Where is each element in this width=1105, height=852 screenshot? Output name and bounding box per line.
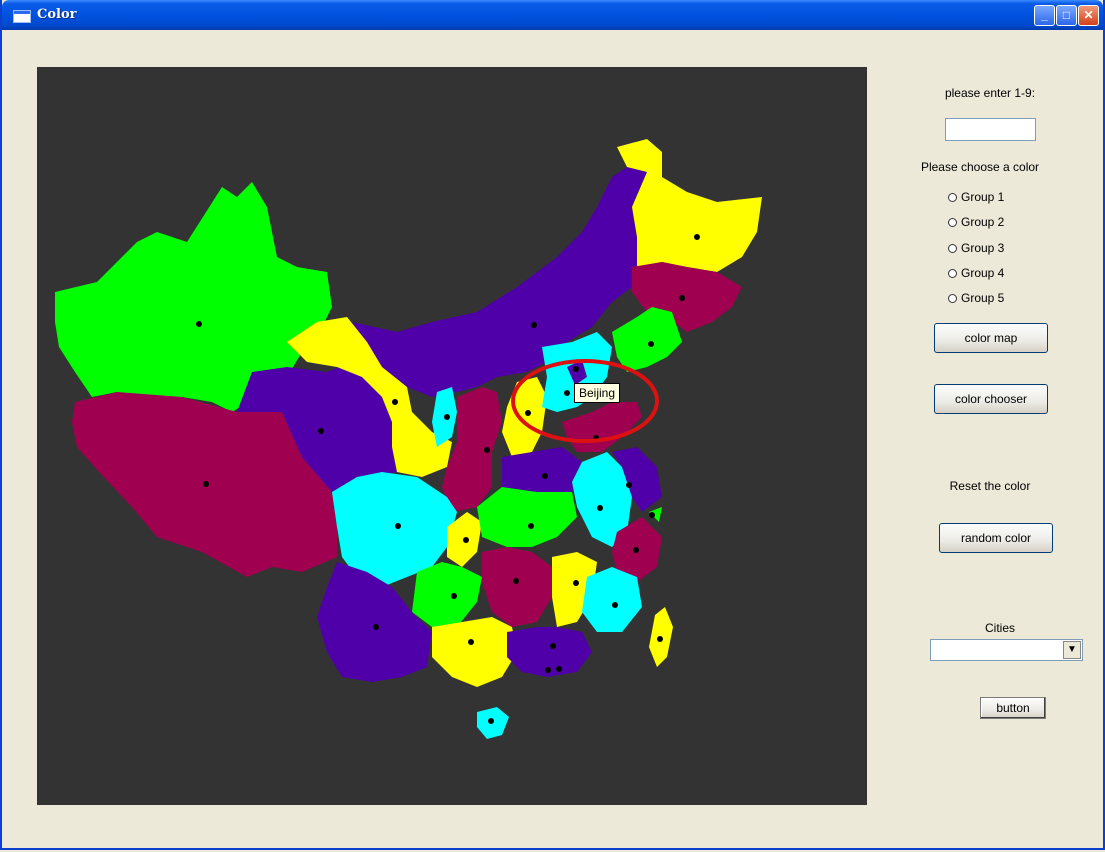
- radio-label: Group 1: [961, 190, 1005, 204]
- color-chooser-button[interactable]: color chooser: [934, 384, 1048, 414]
- china-map[interactable]: [37, 67, 867, 805]
- region-fujian[interactable]: [582, 567, 642, 632]
- capital-dot: [573, 366, 579, 372]
- color-map-button[interactable]: color map: [934, 323, 1048, 353]
- radio-group-1[interactable]: Group 1: [948, 189, 1004, 205]
- capital-dot: [633, 547, 639, 553]
- capital-dot: [597, 505, 603, 511]
- capital-dot: [626, 482, 632, 488]
- enter-number-label: please enter 1-9:: [944, 86, 1036, 100]
- region-shanxi[interactable]: [502, 377, 547, 457]
- capital-dot: [545, 667, 551, 673]
- capital-dot: [468, 639, 474, 645]
- title-bar[interactable]: Color _ □ ✕: [2, 0, 1103, 30]
- capital-dot: [531, 322, 537, 328]
- radio-label: Group 5: [961, 291, 1005, 305]
- capital-dot: [451, 593, 457, 599]
- chevron-down-icon[interactable]: ▼: [1063, 641, 1081, 659]
- capital-dot: [679, 295, 685, 301]
- capital-dot: [395, 523, 401, 529]
- capital-dot: [484, 447, 490, 453]
- capital-dot: [525, 410, 531, 416]
- radio-button-icon[interactable]: [948, 268, 957, 278]
- capital-dot: [203, 481, 209, 487]
- capital-dot: [392, 399, 398, 405]
- capital-dot: [649, 512, 655, 518]
- region-guangxi[interactable]: [432, 617, 517, 687]
- region-guizhou[interactable]: [412, 562, 482, 627]
- choose-color-label: Please choose a color: [920, 160, 1040, 174]
- beijing-tooltip: Beijing: [574, 383, 621, 403]
- radio-label: Group 4: [961, 266, 1005, 280]
- radio-label: Group 2: [961, 215, 1005, 229]
- minimize-button[interactable]: _: [1034, 5, 1055, 26]
- capital-dot: [648, 341, 654, 347]
- region-heilongjiang[interactable]: [617, 139, 762, 272]
- capital-dot: [657, 636, 663, 642]
- region-yunnan[interactable]: [317, 562, 432, 682]
- random-color-button[interactable]: random color: [939, 523, 1053, 553]
- capital-dot: [556, 666, 562, 672]
- cities-label: Cities: [984, 621, 1015, 635]
- capital-dot: [463, 537, 469, 543]
- capital-dot: [196, 321, 202, 327]
- reset-color-label: Reset the color: [949, 479, 1031, 493]
- radio-button-icon[interactable]: [948, 217, 957, 227]
- radio-button-icon[interactable]: [948, 192, 957, 202]
- capital-dot: [542, 473, 548, 479]
- radio-group-4[interactable]: Group 4: [948, 265, 1004, 281]
- capital-dot: [550, 643, 556, 649]
- capital-dot: [444, 414, 450, 420]
- capital-dot: [564, 390, 570, 396]
- radio-button-icon[interactable]: [948, 243, 957, 253]
- window-title: Color: [37, 7, 77, 22]
- region-hubei[interactable]: [477, 487, 577, 547]
- radio-group-2[interactable]: Group 2: [948, 214, 1004, 230]
- region-shandong[interactable]: [562, 402, 642, 452]
- region-hunan[interactable]: [482, 547, 552, 627]
- window-icon: [13, 10, 31, 23]
- capital-dot: [694, 234, 700, 240]
- radio-group-3[interactable]: Group 3: [948, 240, 1004, 256]
- generic-button[interactable]: button: [980, 697, 1046, 719]
- region-liaoning[interactable]: [612, 307, 682, 372]
- china-map-panel[interactable]: Beijing: [37, 67, 867, 805]
- cities-dropdown[interactable]: ▼: [930, 639, 1083, 661]
- capital-dot: [488, 718, 494, 724]
- capital-dot: [513, 578, 519, 584]
- maximize-button[interactable]: □: [1056, 5, 1077, 26]
- capital-dot: [373, 624, 379, 630]
- radio-label: Group 3: [961, 241, 1005, 255]
- capital-dot: [612, 602, 618, 608]
- radio-button-icon[interactable]: [948, 293, 957, 303]
- capital-dot: [528, 523, 534, 529]
- radio-group-5[interactable]: Group 5: [948, 290, 1004, 306]
- number-input[interactable]: [945, 118, 1036, 141]
- capital-dot: [573, 580, 579, 586]
- capital-dot: [318, 428, 324, 434]
- close-button[interactable]: ✕: [1078, 5, 1099, 26]
